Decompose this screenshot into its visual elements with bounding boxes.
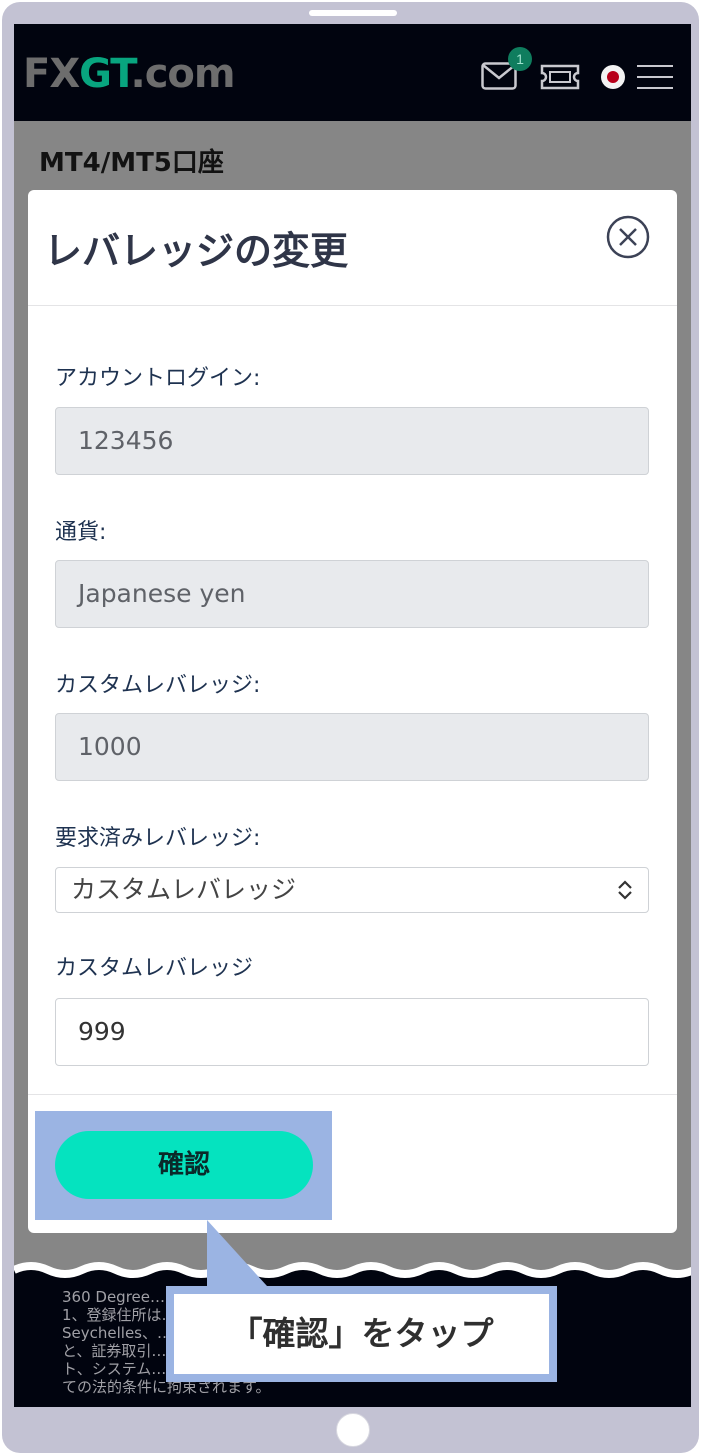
fxgt-logo[interactable]: FXGT.com	[23, 51, 236, 97]
current-custom-leverage-field: 1000	[55, 713, 649, 781]
confirm-button[interactable]: 確認	[55, 1131, 313, 1199]
ticket-icon[interactable]	[540, 64, 580, 90]
current-custom-leverage-label: カスタムレバレッジ:	[55, 673, 261, 698]
phone-frame: FXGT.com 1 MT4/MT5口座 レバレッジの変更 アカウントログイン:…	[2, 2, 699, 1453]
callout-pointer	[207, 1220, 267, 1286]
phone-speaker	[309, 10, 397, 16]
modal-footer-divider	[28, 1094, 677, 1095]
app-screen: FXGT.com 1 MT4/MT5口座 レバレッジの変更 アカウントログイン:…	[14, 24, 691, 1407]
currency-label: 通貨:	[55, 520, 107, 545]
instruction-callout: 「確認」をタップ	[166, 1286, 557, 1382]
logo-gt: GT	[79, 51, 131, 97]
modal-title: レバレッジの変更	[44, 229, 349, 273]
custom-leverage-input[interactable]: 999	[55, 998, 649, 1066]
top-navigation-bar: FXGT.com 1	[14, 24, 691, 121]
close-icon[interactable]	[606, 215, 650, 259]
change-leverage-modal	[28, 190, 677, 1233]
notification-badge: 1	[508, 47, 532, 71]
logo-fx: FX	[23, 51, 80, 97]
account-login-field: 123456	[55, 407, 649, 475]
custom-leverage-input-label: カスタムレバレッジ	[55, 956, 254, 981]
page-title: MT4/MT5口座	[39, 148, 224, 178]
requested-leverage-select[interactable]: カスタムレバレッジ	[55, 867, 649, 913]
requested-leverage-label: 要求済みレバレッジ:	[55, 826, 261, 851]
phone-home-button	[336, 1413, 370, 1447]
modal-header-divider	[28, 305, 677, 306]
select-arrows-icon	[618, 880, 632, 900]
torn-edge-divider	[14, 1236, 691, 1278]
japan-flag-icon[interactable]	[601, 65, 625, 89]
account-login-label: アカウントログイン:	[55, 366, 261, 391]
hamburger-menu-icon[interactable]	[635, 63, 675, 91]
logo-com: .com	[130, 51, 236, 97]
currency-field: Japanese yen	[55, 560, 649, 628]
